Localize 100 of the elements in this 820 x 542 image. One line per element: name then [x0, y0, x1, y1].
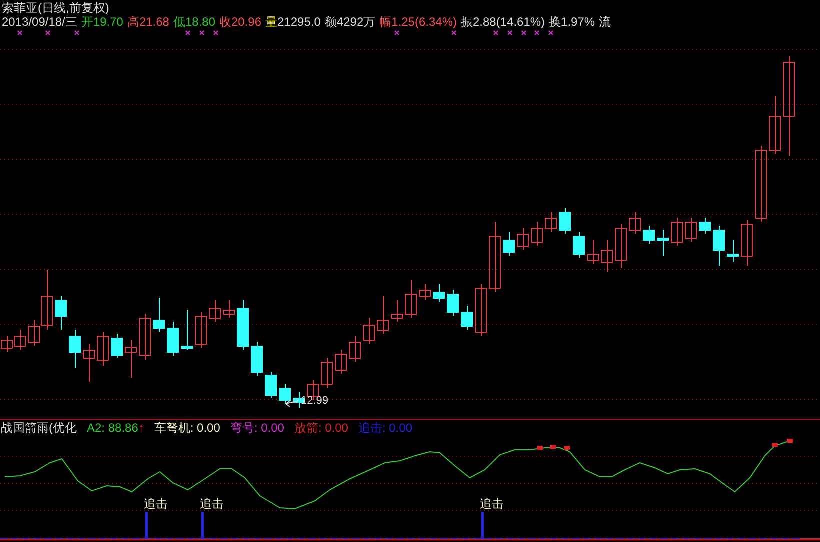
stat-label: 流 — [599, 15, 612, 29]
indicator-value: 车弩机: 0.00 — [154, 421, 220, 435]
indicator-value: 追击: 0.00 — [358, 421, 412, 435]
signal-marker — [537, 446, 543, 450]
stat-label: 高 — [127, 15, 140, 29]
signal-marker — [550, 445, 556, 449]
candlestick — [321, 358, 333, 388]
candlestick — [419, 284, 431, 300]
candlestick — [97, 332, 109, 366]
stat-value: 1.25(6.34%) — [392, 15, 457, 29]
candlestick — [433, 284, 445, 302]
indicator-value: 弯号: 0.00 — [230, 421, 284, 435]
stat-label: 低 — [173, 15, 186, 29]
candlestick — [601, 240, 613, 272]
signal-bar — [481, 512, 484, 539]
stat-value: 2.88(14.61%) — [473, 15, 546, 29]
candlestick — [1, 336, 13, 352]
candlestick — [727, 240, 739, 262]
candlestick — [629, 212, 641, 234]
candlestick — [349, 336, 361, 362]
cross-marker-icon — [507, 30, 513, 36]
indicator-value: A2: 88.86↑ — [87, 421, 144, 435]
stat-label: 换 — [549, 15, 562, 29]
candlestick — [503, 232, 515, 256]
candlestick — [153, 298, 165, 332]
stat-value: 18.80 — [185, 15, 216, 29]
stat-value: 20.96 — [232, 15, 262, 29]
chart-title: 索菲亚(日线,前复权) — [2, 1, 110, 15]
candlestick — [769, 96, 781, 154]
candlestick — [335, 350, 347, 374]
candlestick — [573, 232, 585, 258]
stat-label: 开 — [81, 15, 94, 29]
candlestick — [167, 322, 179, 356]
indicator-value: 放箭: 0.00 — [294, 421, 348, 435]
cross-marker-icon — [521, 30, 527, 36]
candlestick — [741, 220, 753, 266]
stat-value: 4292万 — [336, 15, 376, 29]
candlestick — [363, 318, 375, 344]
stat-label: 收 — [220, 15, 232, 29]
candlestick — [223, 300, 235, 318]
signal-label: 追击 — [144, 497, 168, 511]
cross-marker-icon — [534, 30, 540, 36]
candlestick — [657, 230, 669, 256]
candlestick — [405, 280, 417, 318]
stat-label: 量 — [266, 15, 278, 29]
candlestick — [14, 330, 26, 350]
cross-marker-icon — [74, 30, 80, 36]
candlestick — [139, 314, 151, 360]
signal-label: 追击 — [200, 497, 224, 511]
candlestick — [517, 228, 529, 250]
signal-marker — [787, 439, 793, 443]
candlestick — [489, 222, 501, 292]
candlestick — [643, 226, 655, 244]
cross-marker-icon — [394, 30, 400, 36]
cross-marker-icon — [493, 30, 499, 36]
candlestick — [377, 296, 389, 334]
stat-label: 额 — [324, 15, 337, 29]
stat-value: 1.97% — [561, 15, 596, 29]
stat-value: 21.68 — [139, 15, 170, 29]
candlestick — [685, 218, 697, 242]
cross-marker-icon — [213, 30, 219, 36]
candlestick — [615, 224, 627, 268]
signal-marker — [772, 443, 778, 447]
stat-value: 21295.0 — [278, 15, 321, 29]
signal-bar — [201, 512, 204, 539]
low-price-label: 12.99 — [301, 395, 329, 407]
signal-marker — [564, 446, 570, 450]
candlestick — [181, 310, 193, 350]
cross-marker-icon — [185, 30, 191, 36]
candlestick — [545, 212, 557, 232]
signal-bar — [145, 512, 148, 539]
candlestick — [265, 372, 277, 398]
candlestick — [111, 334, 123, 358]
candlestick — [475, 284, 487, 336]
cross-marker-icon — [199, 30, 205, 36]
indicator-name: 战国箭雨(优化 — [1, 421, 77, 435]
stat-label: 幅 — [380, 15, 392, 29]
candlestick — [125, 340, 137, 378]
cross-marker-icon — [17, 30, 23, 36]
candlestick — [55, 296, 67, 330]
low-arrow-icon — [285, 400, 298, 408]
candlestick — [237, 300, 249, 350]
candlestick — [447, 290, 459, 316]
candlestick — [671, 218, 683, 246]
candlestick — [69, 330, 81, 368]
stat-value: 19.70 — [93, 15, 124, 29]
date-text: 2013/09/18/三 — [2, 15, 78, 29]
candlestick — [699, 218, 711, 234]
candlestick — [461, 306, 473, 330]
candlestick — [209, 300, 221, 322]
cross-marker-icon — [451, 30, 457, 36]
cross-marker-icon — [45, 30, 51, 36]
signal-label: 追击 — [480, 497, 504, 511]
cross-marker-icon — [548, 30, 554, 36]
candlestick — [587, 240, 599, 264]
candlestick — [195, 312, 207, 348]
candlestick — [83, 344, 95, 382]
candlestick — [559, 208, 571, 234]
stat-label: 振 — [461, 15, 473, 29]
candlestick — [279, 384, 291, 404]
